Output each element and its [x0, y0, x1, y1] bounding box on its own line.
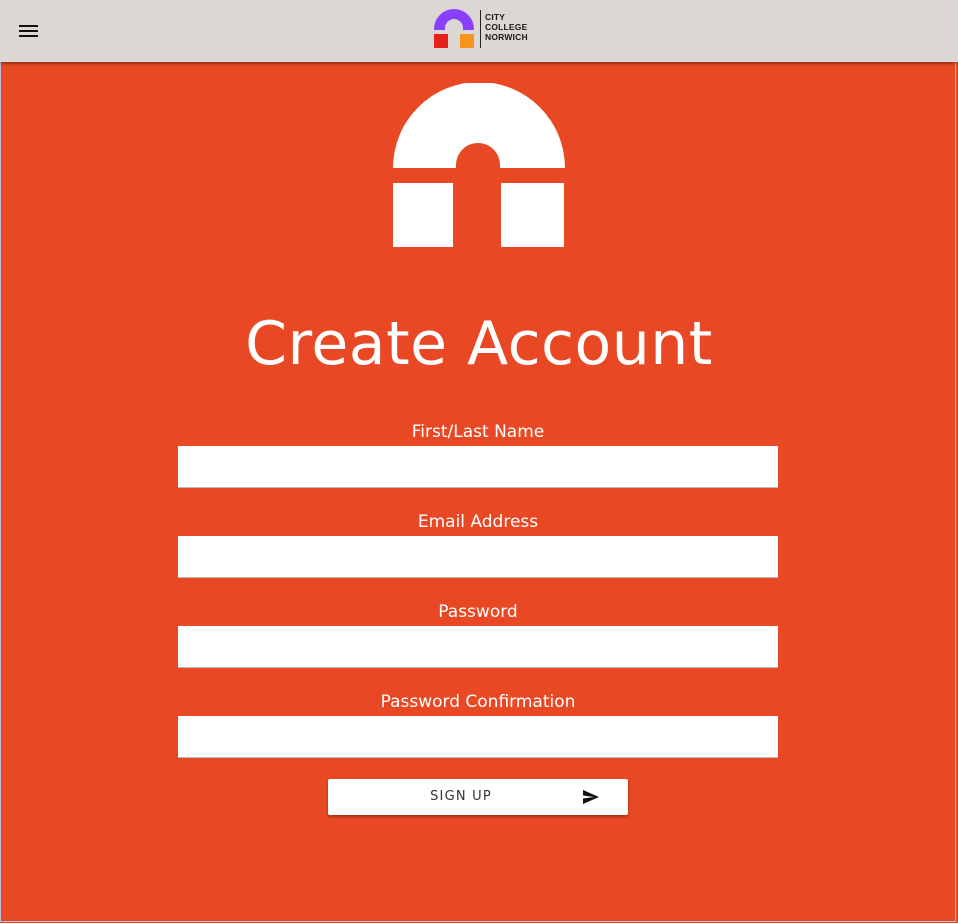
password-field-label: Password: [438, 602, 518, 622]
name-input[interactable]: [178, 446, 778, 488]
email-input[interactable]: [178, 536, 778, 578]
brand-divider: [480, 10, 481, 48]
hamburger-menu-icon[interactable]: [14, 17, 44, 45]
email-field-label: Email Address: [417, 512, 539, 532]
hero-arch-logo: [393, 83, 565, 247]
brand-line-college: COLLEGE: [485, 22, 528, 32]
send-icon: [583, 790, 599, 804]
city-college-norwich-logo[interactable]: CITY COLLEGE NORWICH: [433, 8, 543, 50]
page-title: Create Account: [245, 309, 713, 379]
brand-mark-icon: [434, 9, 474, 48]
top-app-bar: CITY COLLEGE NORWICH: [0, 0, 958, 62]
brand-line-city: CITY: [485, 12, 506, 22]
sign-up-button[interactable]: SIGN UP: [328, 779, 628, 815]
password-confirmation-field-label: Password Confirmation: [380, 692, 576, 712]
sign-up-label: SIGN UP: [430, 789, 492, 804]
password-input[interactable]: [178, 626, 778, 668]
password-confirmation-input[interactable]: [178, 716, 778, 758]
brand-line-norwich: NORWICH: [485, 32, 528, 42]
name-field-label: First/Last Name: [411, 422, 545, 442]
brand-wordmark: CITY COLLEGE NORWICH: [485, 12, 528, 42]
